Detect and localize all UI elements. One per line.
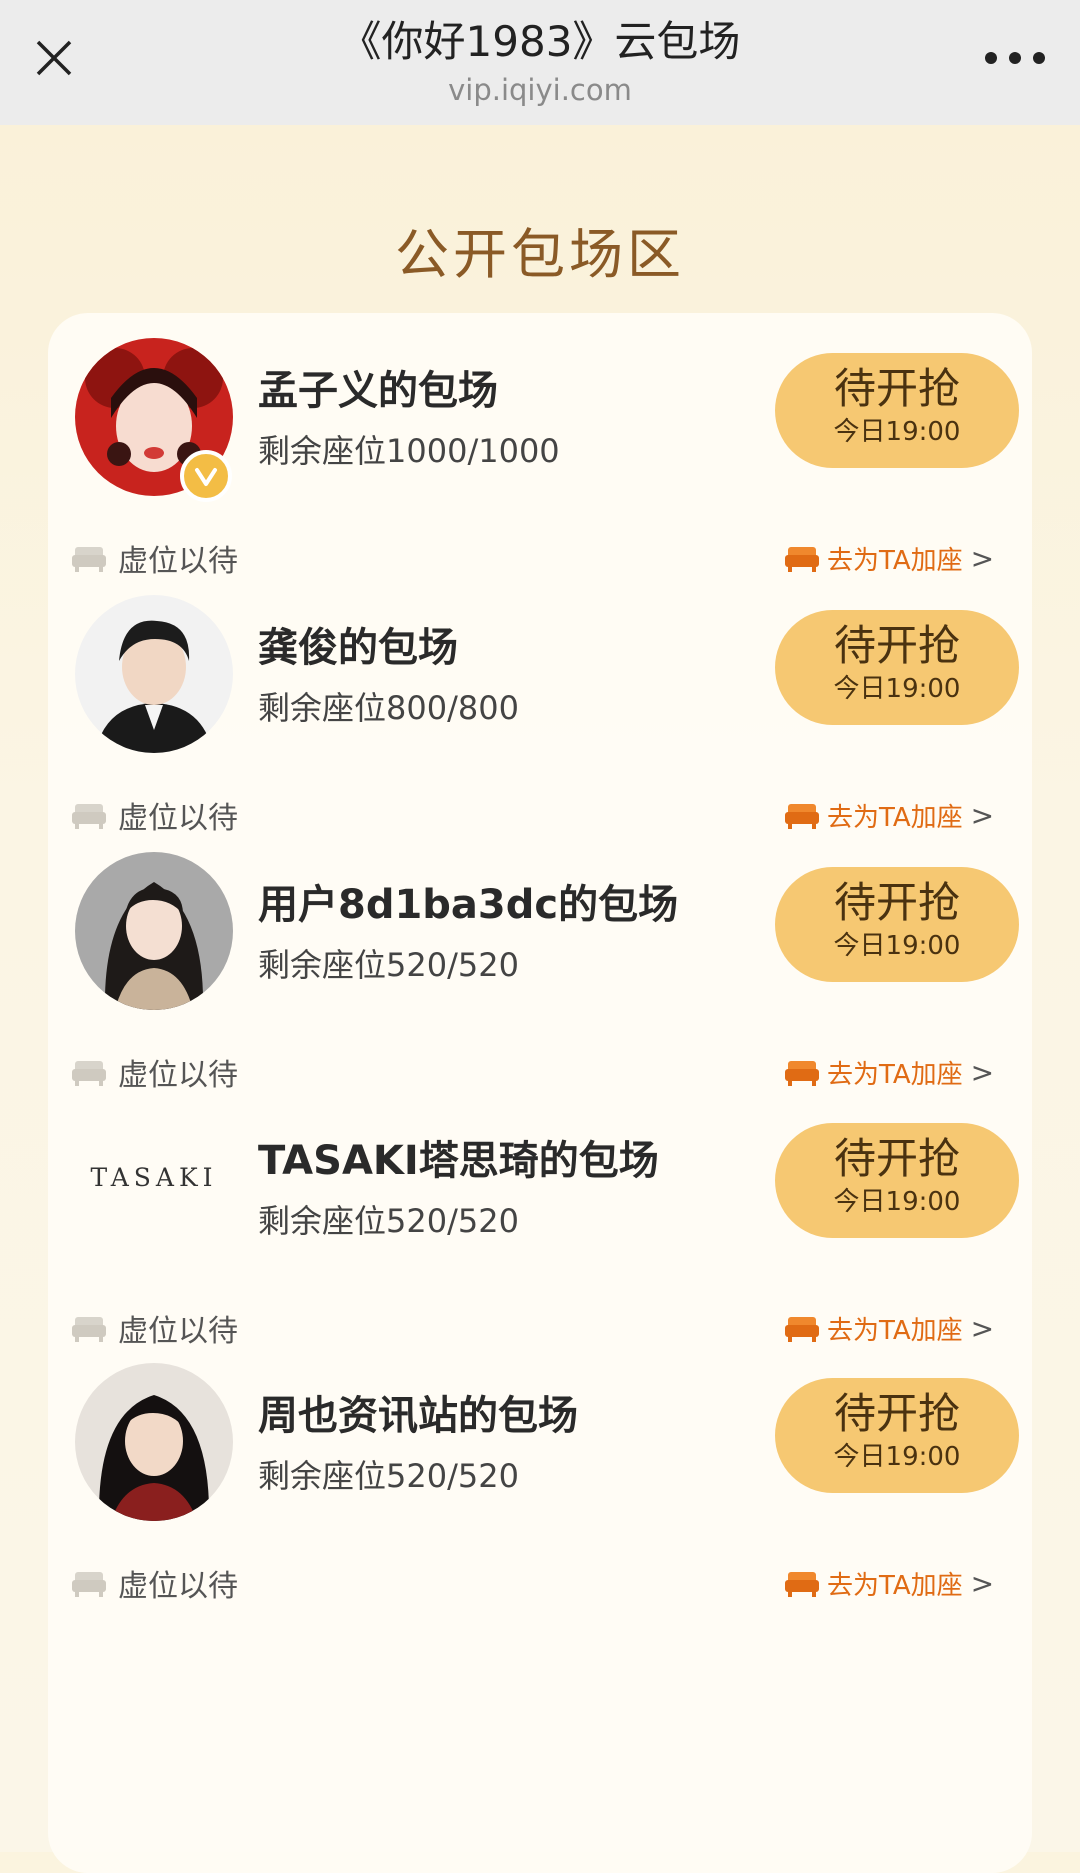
chevron-right-icon: > xyxy=(970,1311,995,1345)
grab-time-label: 今日19:00 xyxy=(833,1187,961,1217)
close-icon[interactable] xyxy=(28,32,80,84)
empty-seat-status: 虚位以待 xyxy=(72,793,238,837)
add-seat-label: 去为TA加座 xyxy=(827,1570,963,1601)
add-seat-label: 去为TA加座 xyxy=(827,1315,963,1346)
empty-seat-label: 虚位以待 xyxy=(118,544,238,579)
host-name[interactable]: TASAKI塔思琦的包场 xyxy=(258,1128,659,1186)
sofa-grey-icon xyxy=(72,1572,106,1597)
man-suit-avatar[interactable] xyxy=(75,595,233,753)
title-block: 《你好1983》云包场 vip.iqiyi.com xyxy=(180,12,900,108)
remaining-seats: 剩余座位1000/1000 xyxy=(258,432,560,470)
add-seat-link[interactable]: 去为TA加座 > xyxy=(785,1561,994,1605)
empty-seat-status: 虚位以待 xyxy=(72,536,238,580)
sofa-grey-icon xyxy=(72,804,106,829)
grab-status-label: 待开抢 xyxy=(833,1134,960,1183)
add-seat-link[interactable]: 去为TA加座 > xyxy=(785,536,994,580)
grab-time-label: 今日19:00 xyxy=(833,931,961,961)
section-title: 公开包场区 xyxy=(395,223,685,286)
sofa-orange-icon xyxy=(785,1572,819,1597)
grab-status-label: 待开抢 xyxy=(833,621,960,670)
verified-badge-icon xyxy=(180,450,232,502)
sofa-grey-icon xyxy=(72,1317,106,1342)
tasaki-logo-avatar[interactable]: TASAKI xyxy=(75,1163,233,1211)
grab-ticket-button[interactable]: 待开抢 今日19:00 xyxy=(775,353,1019,468)
sofa-grey-icon xyxy=(72,1061,106,1086)
grab-ticket-button[interactable]: 待开抢 今日19:00 xyxy=(775,867,1019,982)
host-name[interactable]: 周也资讯站的包场 xyxy=(258,1383,578,1441)
grab-time-label: 今日19:00 xyxy=(833,674,961,704)
add-seat-label: 去为TA加座 xyxy=(827,1059,963,1090)
screening-row: 孟子义的包场 剩余座位1000/1000 待开抢 今日19:00 虚位以待 去为… xyxy=(0,338,1080,638)
grab-ticket-button[interactable]: 待开抢 今日19:00 xyxy=(775,1123,1019,1238)
empty-seat-status: 虚位以待 xyxy=(72,1561,238,1605)
empty-seat-label: 虚位以待 xyxy=(118,1058,238,1093)
chevron-right-icon: > xyxy=(970,541,995,575)
grab-status-label: 待开抢 xyxy=(833,878,960,927)
page-title: 《你好1983》云包场 xyxy=(339,17,741,66)
top-bar: 《你好1983》云包场 vip.iqiyi.com xyxy=(0,0,1080,125)
remaining-seats: 剩余座位520/520 xyxy=(258,1457,519,1495)
grab-status-label: 待开抢 xyxy=(833,364,960,413)
chevron-right-icon: > xyxy=(970,798,995,832)
sofa-orange-icon xyxy=(785,547,819,572)
sofa-orange-icon xyxy=(785,1061,819,1086)
empty-seat-label: 虚位以待 xyxy=(118,1314,238,1349)
add-seat-link[interactable]: 去为TA加座 > xyxy=(785,793,994,837)
remaining-seats: 剩余座位520/520 xyxy=(258,946,519,984)
page-url: vip.iqiyi.com xyxy=(448,73,632,107)
grab-ticket-button[interactable]: 待开抢 今日19:00 xyxy=(775,1378,1019,1493)
add-seat-label: 去为TA加座 xyxy=(827,802,963,833)
grab-time-label: 今日19:00 xyxy=(833,1442,961,1472)
more-dots-icon[interactable] xyxy=(980,36,1050,80)
empty-seat-label: 虚位以待 xyxy=(118,1569,238,1604)
empty-seat-status: 虚位以待 xyxy=(72,1050,238,1094)
chevron-right-icon: > xyxy=(970,1566,995,1600)
remaining-seats: 剩余座位520/520 xyxy=(258,1202,519,1240)
grab-time-label: 今日19:00 xyxy=(833,417,961,447)
grab-ticket-button[interactable]: 待开抢 今日19:00 xyxy=(775,610,1019,725)
add-seat-link[interactable]: 去为TA加座 > xyxy=(785,1050,994,1094)
woman-long-hair-avatar[interactable] xyxy=(75,852,233,1010)
page-content: 公开包场区 孟子义的包场 剩余座位1000/1000 待开抢 今日19:00 虚… xyxy=(0,125,1080,1873)
empty-seat-label: 虚位以待 xyxy=(118,801,238,836)
screening-row: 龚俊的包场 剩余座位800/800 待开抢 今日19:00 虚位以待 去为TA加… xyxy=(0,595,1080,895)
host-name[interactable]: 龚俊的包场 xyxy=(258,615,458,673)
sofa-grey-icon xyxy=(72,547,106,572)
add-seat-link[interactable]: 去为TA加座 > xyxy=(785,1306,994,1350)
grab-status-label: 待开抢 xyxy=(833,1389,960,1438)
screening-row: 周也资讯站的包场 剩余座位520/520 待开抢 今日19:00 虚位以待 去为… xyxy=(0,1363,1080,1663)
empty-seat-status: 虚位以待 xyxy=(72,1306,238,1350)
sofa-orange-icon xyxy=(785,1317,819,1342)
chevron-right-icon: > xyxy=(970,1055,995,1089)
remaining-seats: 剩余座位800/800 xyxy=(258,689,519,727)
sofa-orange-icon xyxy=(785,804,819,829)
add-seat-label: 去为TA加座 xyxy=(827,545,963,576)
woman-dark-hair-avatar[interactable] xyxy=(75,1363,233,1521)
host-name[interactable]: 孟子义的包场 xyxy=(258,358,498,416)
screening-row: 用户8d1ba3dc的包场 剩余座位520/520 待开抢 今日19:00 虚位… xyxy=(0,852,1080,1152)
host-name[interactable]: 用户8d1ba3dc的包场 xyxy=(258,872,678,930)
